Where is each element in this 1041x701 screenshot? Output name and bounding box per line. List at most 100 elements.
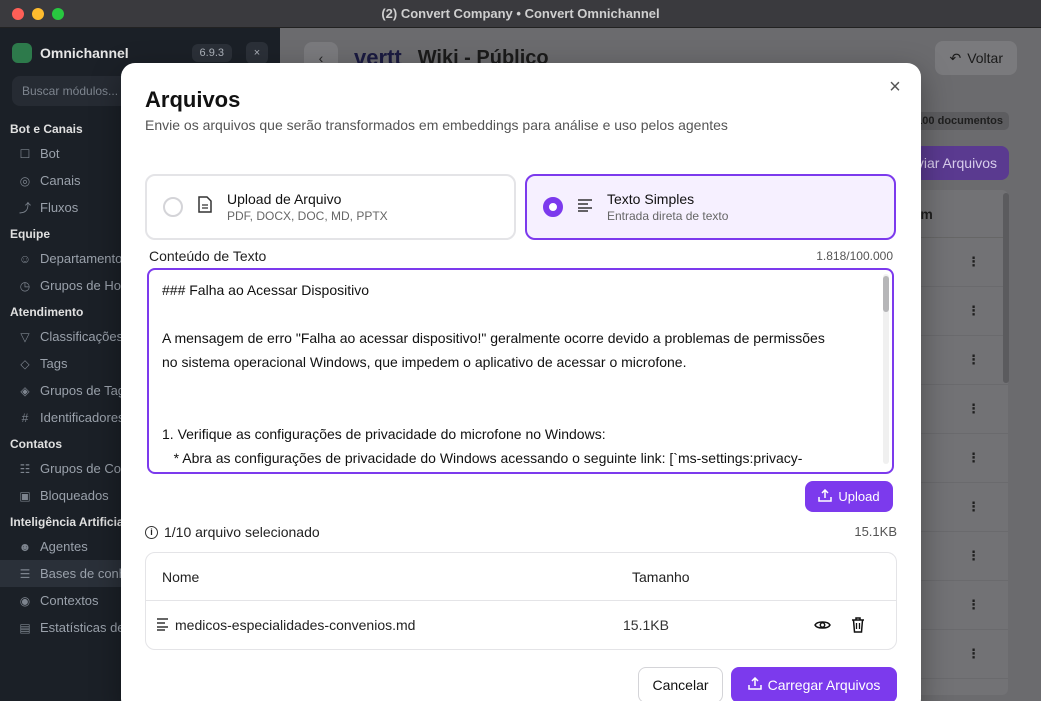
- kebab-menu-icon[interactable]: ⋮: [967, 450, 980, 466]
- char-count: 1.818/100.000: [816, 249, 893, 263]
- version-badge: 6.9.3: [191, 44, 232, 62]
- file-size: 15.1KB: [623, 617, 669, 633]
- kebab-menu-icon[interactable]: ⋮: [967, 548, 980, 564]
- kebab-menu-icon[interactable]: ⋮: [967, 254, 980, 270]
- scrollbar-thumb[interactable]: [883, 276, 889, 312]
- column-name-header: Nome: [162, 568, 200, 585]
- flow-icon: ⤴: [18, 201, 31, 215]
- kebab-menu-icon[interactable]: ⋮: [967, 352, 980, 368]
- clock-icon: ◷: [19, 278, 31, 293]
- kebab-menu-icon[interactable]: ⋮: [967, 597, 980, 613]
- sidebar-item-label: Contextos: [40, 593, 99, 608]
- sidebar-item-label: Tags: [40, 356, 68, 371]
- selected-info-text: 1/10 arquivo selecionado: [164, 524, 320, 540]
- table-row: medicos-especialidades-convenios.md 15.1…: [146, 601, 896, 649]
- sidebar-item-label: Bloqueados: [40, 488, 109, 503]
- option-title: Texto Simples: [607, 191, 695, 207]
- option-title: Upload de Arquivo: [227, 191, 342, 207]
- radio-button[interactable]: [163, 197, 183, 217]
- text-line: 1. Verifique as configurações de privaci…: [162, 426, 606, 442]
- sidebar-item-label: Grupos de Tags: [40, 383, 132, 398]
- bot-icon: ☐: [19, 146, 31, 161]
- kebab-menu-icon[interactable]: ⋮: [967, 401, 980, 417]
- scrollbar[interactable]: [1003, 193, 1009, 383]
- text-line: [162, 374, 864, 398]
- sidebar-item-label: Identificadores: [40, 410, 125, 425]
- document-count-badge: 100 documentos: [910, 112, 1009, 130]
- sidebar-item-label: Classificações: [40, 329, 124, 344]
- selected-info: i 1/10 arquivo selecionado: [145, 524, 320, 540]
- selected-size: 15.1KB: [854, 524, 897, 539]
- window-title: (2) Convert Company • Convert Omnichanne…: [381, 6, 660, 21]
- upload-icon: [818, 488, 833, 505]
- file-icon: [197, 196, 213, 218]
- upload-icon: [747, 676, 762, 693]
- trash-icon[interactable]: [849, 616, 867, 634]
- option-text: Upload de Arquivo PDF, DOCX, DOC, MD, PP…: [227, 191, 388, 223]
- traffic-lights: [12, 8, 64, 20]
- text-lines-icon: [577, 198, 593, 217]
- option-upload-file[interactable]: Upload de Arquivo PDF, DOCX, DOC, MD, PP…: [145, 174, 516, 240]
- carregar-arquivos-button[interactable]: Carregar Arquivos: [731, 667, 897, 701]
- info-icon: i: [145, 525, 158, 539]
- hash-icon: #: [21, 410, 29, 425]
- text-line: * Abra as configurações de privacidade d…: [162, 450, 803, 466]
- lock-icon: ▣: [19, 488, 31, 503]
- contacts-icon: ☷: [19, 461, 31, 476]
- agent-icon: ☻: [18, 539, 32, 554]
- files-table: Nome Tamanho medicos-especialidades-conv…: [145, 552, 897, 650]
- file-name-cell: medicos-especialidades-convenios.md: [146, 617, 623, 634]
- file-name: medicos-especialidades-convenios.md: [175, 617, 416, 633]
- minimize-window-button[interactable]: [32, 8, 44, 20]
- text-line: A mensagem de erro "Falha ao acessar dis…: [162, 330, 825, 346]
- undo-icon: ↶: [949, 49, 962, 66]
- sidebar-item-label: Bot: [40, 146, 60, 161]
- content-label: Conteúdo de Texto: [149, 248, 267, 264]
- text-content-textarea[interactable]: ### Falha ao Acessar Dispositivo A mensa…: [147, 268, 894, 474]
- sidebar-item-label: Canais: [40, 173, 81, 188]
- database-icon: ☰: [19, 566, 31, 581]
- tags-icon: ◈: [20, 383, 30, 398]
- voltar-label: Voltar: [967, 50, 1003, 66]
- option-text: Texto Simples Entrada direta de texto: [607, 191, 728, 223]
- row-actions: [813, 616, 867, 634]
- files-table-header: Nome Tamanho: [146, 553, 896, 601]
- tag-icon: ◇: [20, 356, 30, 371]
- text-line: [162, 398, 864, 422]
- app-logo-icon: [12, 43, 32, 63]
- text-line: [162, 302, 864, 326]
- text-line: ### Falha ao Acessar Dispositivo: [162, 282, 369, 298]
- kebab-menu-icon[interactable]: ⋮: [967, 303, 980, 319]
- submit-label: Carregar Arquivos: [767, 677, 881, 693]
- window-titlebar: (2) Convert Company • Convert Omnichanne…: [0, 0, 1041, 28]
- users-icon: ☺: [18, 251, 32, 266]
- stats-icon: ▤: [19, 620, 31, 635]
- option-desc: Entrada direta de texto: [607, 209, 729, 223]
- sidebar-item-label: Agentes: [40, 539, 88, 554]
- context-icon: ◉: [19, 593, 31, 608]
- option-plain-text[interactable]: Texto Simples Entrada direta de texto: [525, 174, 896, 240]
- close-window-button[interactable]: [12, 8, 24, 20]
- option-desc: PDF, DOCX, DOC, MD, PPTX: [227, 209, 388, 223]
- voltar-button[interactable]: ↶ Voltar: [935, 41, 1017, 75]
- upload-modal: × Arquivos Envie os arquivos que serão t…: [121, 63, 921, 701]
- upload-label: Upload: [838, 489, 880, 504]
- sidebar-item-label: Departamentos: [40, 251, 129, 266]
- eye-icon[interactable]: [813, 616, 831, 634]
- kebab-menu-icon[interactable]: ⋮: [967, 499, 980, 515]
- filter-icon: ▽: [20, 329, 30, 344]
- text-file-icon: [156, 617, 169, 634]
- upload-button[interactable]: Upload: [805, 481, 893, 512]
- close-icon[interactable]: ×: [885, 77, 905, 97]
- cancel-button[interactable]: Cancelar: [638, 667, 723, 701]
- textarea-scrollbar[interactable]: [883, 274, 889, 464]
- column-size-header: Tamanho: [632, 568, 690, 585]
- app-name: Omnichannel: [40, 45, 129, 61]
- kebab-menu-icon[interactable]: ⋮: [967, 646, 980, 662]
- maximize-window-button[interactable]: [52, 8, 64, 20]
- radio-button-selected[interactable]: [543, 197, 563, 217]
- modal-subtitle: Envie os arquivos que serão transformado…: [145, 117, 728, 133]
- sidebar-item-label: Fluxos: [40, 200, 79, 215]
- modal-title: Arquivos: [145, 87, 241, 112]
- sidebar-close-button[interactable]: ×: [246, 42, 268, 64]
